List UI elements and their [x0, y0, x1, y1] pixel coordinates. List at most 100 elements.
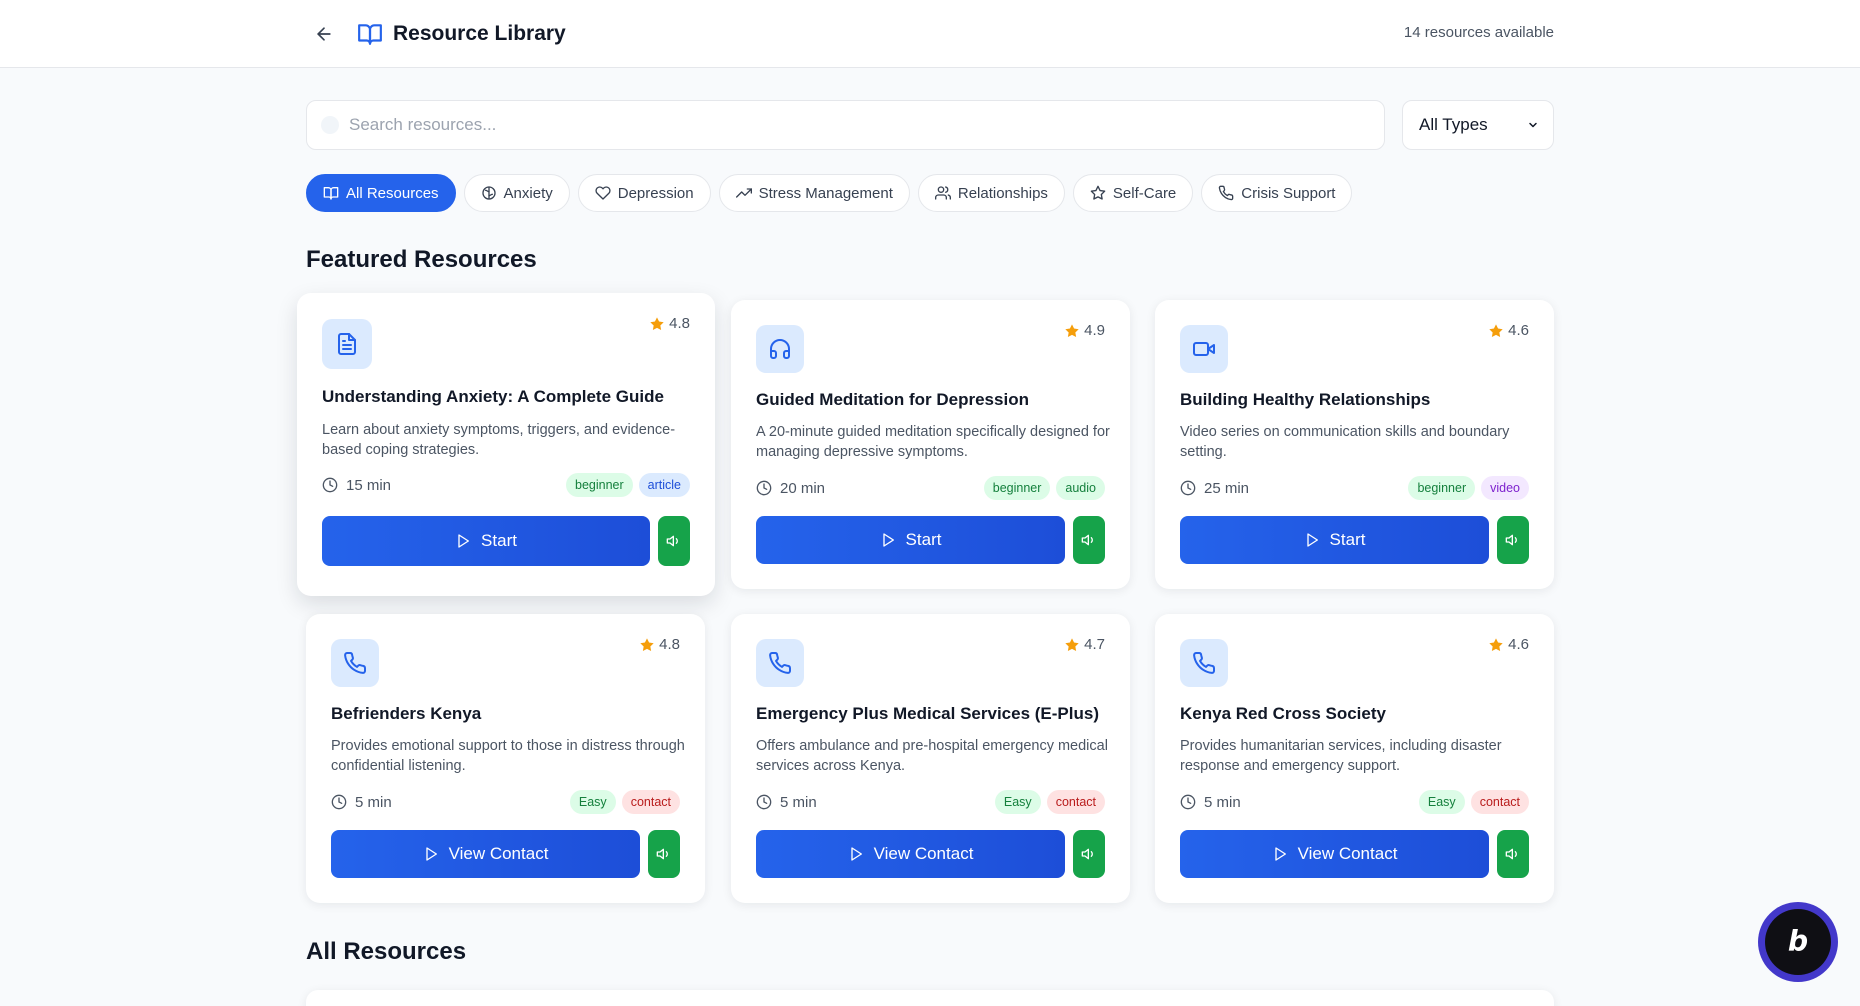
- type-badge: contact: [1046, 790, 1105, 814]
- card-icon-wrap: [322, 319, 372, 369]
- type-filter-select[interactable]: All Types: [1402, 100, 1554, 150]
- level-badge: beginner: [1408, 476, 1476, 500]
- featured-heading: Featured Resources: [306, 246, 537, 273]
- clock-icon: [1180, 480, 1196, 496]
- level-badge: beginner: [566, 473, 633, 497]
- category-chip-stress-management[interactable]: Stress Management: [718, 174, 910, 212]
- trending-up-icon: [735, 188, 752, 198]
- resource-card[interactable]: 4.8 Befrienders Kenya Provides emotional…: [306, 614, 705, 903]
- rating: 4.6: [1488, 636, 1529, 653]
- type-badge: audio: [1056, 476, 1105, 500]
- card-tags: beginner audio: [983, 476, 1105, 500]
- volume-icon: [656, 848, 668, 860]
- resource-card[interactable]: 4.6 Building Healthy Relationships Video…: [1155, 300, 1554, 589]
- resource-card[interactable]: 4.7 Emergency Plus Medical Services (E-P…: [731, 614, 1130, 903]
- start-button[interactable]: Start: [1180, 516, 1489, 564]
- all-resources-heading: All Resources: [306, 938, 467, 965]
- star-icon: [640, 637, 654, 651]
- listen-button[interactable]: [658, 516, 690, 566]
- type-badge: article: [638, 473, 690, 497]
- category-chip-relationships[interactable]: Relationships: [917, 174, 1065, 212]
- volume-icon: [1081, 848, 1093, 860]
- card-tags: Easy contact: [994, 790, 1105, 814]
- rating-value: 4.6: [1508, 636, 1529, 653]
- card-tags: beginner article: [566, 473, 690, 497]
- bolt-badge[interactable]: b: [1758, 902, 1838, 982]
- search-input[interactable]: [349, 115, 1309, 135]
- page-title-group: Resource Library: [357, 18, 566, 50]
- category-chip-anxiety[interactable]: Anxiety: [463, 174, 570, 212]
- star-icon: [1065, 637, 1079, 651]
- phone-icon: [1193, 651, 1216, 674]
- duration-text: 15 min: [346, 476, 392, 494]
- duration-text: 5 min: [780, 793, 817, 811]
- view-contact-button[interactable]: View Contact: [331, 830, 640, 878]
- listen-button[interactable]: [1073, 516, 1105, 564]
- clock-icon: [1180, 794, 1196, 810]
- level-badge: Easy: [994, 790, 1041, 814]
- card-meta: 5 min Easy contact: [756, 790, 1105, 814]
- start-button[interactable]: Start: [756, 516, 1065, 564]
- bolt-logo-icon: b: [1765, 909, 1831, 975]
- rating: 4.9: [1064, 322, 1105, 339]
- users-icon: [934, 186, 951, 200]
- listen-button[interactable]: [648, 830, 680, 878]
- card-tags: Easy contact: [569, 790, 680, 814]
- card-description: Video series on communication skills and…: [1180, 424, 1510, 460]
- view-contact-label: View Contact: [1297, 844, 1398, 863]
- document-icon: [338, 333, 356, 355]
- type-badge: video: [1481, 476, 1529, 500]
- card-actions: View Contact: [331, 830, 680, 878]
- listen-button[interactable]: [1073, 830, 1105, 878]
- category-chip-label: Relationships: [957, 184, 1048, 202]
- heart-icon: [595, 186, 611, 200]
- category-chip-self-care[interactable]: Self-Care: [1072, 174, 1194, 212]
- volume-icon: [666, 535, 678, 547]
- volume-icon: [1505, 534, 1517, 546]
- clock-icon: [756, 480, 772, 496]
- duration: 5 min: [756, 794, 817, 811]
- card-description: Learn about anxiety symptoms, triggers, …: [322, 422, 676, 458]
- rating-value: 4.8: [659, 636, 680, 653]
- category-chip-label: Crisis Support: [1241, 184, 1336, 202]
- category-chip-depression[interactable]: Depression: [577, 174, 711, 212]
- book-open-icon: [358, 24, 382, 45]
- rating: 4.7: [1064, 636, 1105, 653]
- duration-text: 5 min: [1204, 793, 1241, 811]
- rating: 4.6: [1488, 322, 1529, 339]
- card-title: Building Healthy Relationships: [1180, 390, 1431, 409]
- category-chip-all-resources[interactable]: All Resources: [306, 174, 456, 212]
- rating-value: 4.9: [1084, 322, 1105, 339]
- arrow-left-icon: [317, 27, 331, 41]
- resource-count: 14 resources available: [1403, 24, 1554, 41]
- card-actions: Start: [756, 516, 1105, 564]
- view-contact-button[interactable]: View Contact: [756, 830, 1065, 878]
- card-description: A 20-minute guided meditation specifical…: [756, 424, 1110, 460]
- resource-card[interactable]: 4.8 Understanding Anxiety: A Complete Gu…: [297, 293, 715, 596]
- duration: 15 min: [322, 477, 391, 494]
- duration: 20 min: [756, 480, 825, 497]
- card-meta: 20 min beginner audio: [756, 476, 1105, 500]
- duration-text: 25 min: [1204, 479, 1250, 497]
- star-icon: [1489, 323, 1503, 337]
- start-button[interactable]: Start: [322, 516, 650, 566]
- type-filter-value: All Types: [1419, 115, 1488, 134]
- rating-value: 4.8: [669, 315, 690, 332]
- view-contact-button[interactable]: View Contact: [1180, 830, 1489, 878]
- listen-button[interactable]: [1497, 830, 1529, 878]
- category-chip-crisis-support[interactable]: Crisis Support: [1201, 174, 1353, 212]
- resource-card[interactable]: 4.9 Guided Meditation for Depression A 2…: [731, 300, 1130, 589]
- rating-value: 4.7: [1084, 636, 1105, 653]
- duration: 5 min: [331, 794, 392, 811]
- card-icon-wrap: [1180, 325, 1228, 373]
- volume-icon: [1081, 534, 1093, 546]
- listen-button[interactable]: [1497, 516, 1529, 564]
- view-contact-label: View Contact: [873, 844, 974, 863]
- level-badge: Easy: [569, 790, 616, 814]
- resource-card[interactable]: 4.6 Kenya Red Cross Society Provides hum…: [1155, 614, 1554, 903]
- back-button[interactable]: [310, 20, 338, 48]
- category-chip-label: Stress Management: [758, 184, 893, 202]
- card-title: Befrienders Kenya: [331, 704, 482, 723]
- view-contact-label: View Contact: [448, 844, 549, 863]
- level-badge: beginner: [983, 476, 1051, 500]
